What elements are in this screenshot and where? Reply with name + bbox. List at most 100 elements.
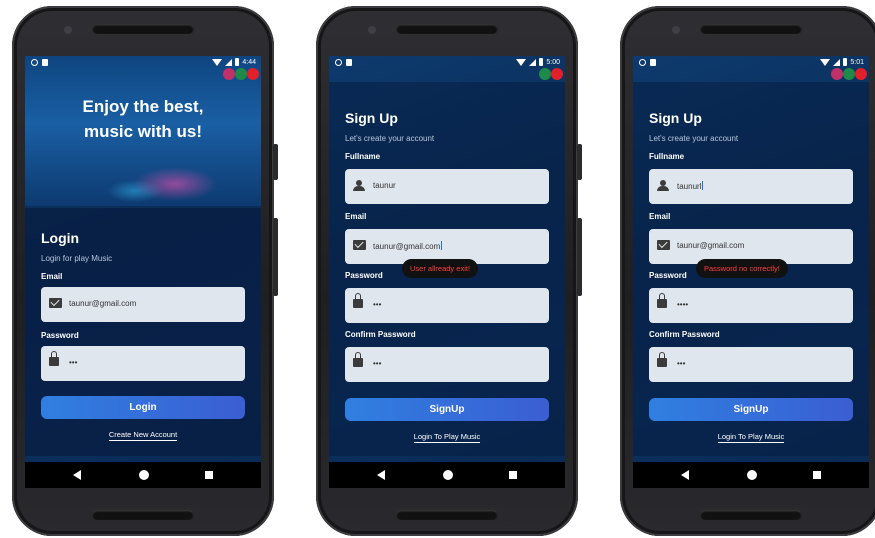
email-value: taunur@gmail.com	[373, 241, 443, 251]
recents-icon[interactable]	[205, 471, 213, 479]
earpiece-speaker	[396, 24, 498, 34]
email-value-text: taunur@gmail.com	[373, 242, 441, 251]
confirm-password-label: Confirm Password	[345, 330, 416, 339]
earpiece-speaker	[700, 24, 802, 34]
page-subtitle: Let's create your account	[649, 134, 739, 143]
password-value: •••	[69, 358, 78, 367]
sync-icon	[31, 59, 38, 66]
fullname-field[interactable]: taunurl	[649, 169, 853, 204]
status-time: 5:01	[850, 58, 864, 66]
mail-icon	[657, 240, 670, 250]
page-title: Login	[41, 230, 80, 246]
nav-bar	[329, 462, 565, 488]
text-cursor	[441, 241, 443, 250]
phone-signup-2: 5:01 Sign Up Let's create your account F…	[620, 6, 875, 536]
mail-icon	[353, 240, 366, 250]
signal-icon	[833, 58, 841, 66]
recents-icon[interactable]	[509, 471, 517, 479]
stage: Enjoy the best, music with us! 4:44 Logi…	[0, 0, 875, 538]
password-label: Password	[649, 271, 687, 280]
lock-icon	[353, 352, 363, 367]
battery-icon	[539, 58, 544, 66]
home-icon[interactable]	[443, 470, 453, 480]
password-field[interactable]: •••	[345, 288, 549, 323]
login-button[interactable]: Login	[41, 396, 245, 419]
nav-bar	[633, 462, 869, 488]
status-time: 4:44	[242, 58, 256, 66]
email-label: Email	[41, 272, 63, 281]
back-icon[interactable]	[73, 470, 81, 480]
error-toast: User allready exit!	[402, 259, 479, 278]
login-link-text[interactable]: Login To Play Music	[413, 432, 481, 443]
page-title: Sign Up	[345, 110, 398, 126]
password-label: Password	[41, 331, 79, 340]
email-label: Email	[649, 212, 671, 221]
phone-signup-1: 5:00 Sign Up Let's create your account F…	[316, 6, 582, 536]
fullname-label: Fullname	[649, 152, 685, 161]
signup-button[interactable]: SignUp	[649, 398, 853, 421]
phone-login: Enjoy the best, music with us! 4:44 Logi…	[12, 6, 278, 536]
email-value: taunur@gmail.com	[677, 241, 745, 250]
page-title: Sign Up	[649, 110, 702, 126]
password-value: ••••	[677, 300, 689, 309]
signup-button[interactable]: SignUp	[345, 398, 549, 421]
login-link[interactable]: Login To Play Music	[329, 432, 565, 443]
bottom-speaker	[700, 510, 802, 520]
front-camera	[672, 26, 680, 34]
signup-screen: 5:00 Sign Up Let's create your account F…	[329, 56, 565, 488]
front-camera	[368, 26, 376, 34]
power-button	[577, 144, 582, 180]
login-link-text[interactable]: Login To Play Music	[717, 432, 785, 443]
recents-icon[interactable]	[813, 471, 821, 479]
confirm-password-field[interactable]: •••	[649, 347, 853, 382]
login-screen: Enjoy the best, music with us! 4:44 Logi…	[25, 56, 261, 488]
home-icon[interactable]	[747, 470, 757, 480]
nav-bar	[25, 462, 261, 488]
wifi-icon	[212, 58, 223, 66]
hero-line-1: Enjoy the best,	[82, 97, 204, 116]
create-account-link[interactable]: Create New Account	[25, 430, 261, 441]
earpiece-speaker	[92, 24, 194, 34]
hero-title: Enjoy the best, music with us!	[25, 94, 261, 144]
sync-icon	[335, 59, 342, 66]
sd-card-icon	[42, 59, 48, 66]
volume-button	[577, 218, 582, 296]
bottom-speaker	[396, 510, 498, 520]
signal-icon	[225, 58, 233, 66]
email-field[interactable]: taunur@gmail.com	[41, 287, 245, 322]
text-cursor	[702, 181, 704, 190]
fullname-field[interactable]: taunur	[345, 169, 549, 204]
back-icon[interactable]	[377, 470, 385, 480]
password-field[interactable]: •••	[41, 346, 245, 381]
signal-icon	[529, 58, 537, 66]
front-camera	[64, 26, 72, 34]
confirm-password-label: Confirm Password	[649, 330, 720, 339]
battery-icon	[843, 58, 848, 66]
battery-icon	[235, 58, 240, 66]
fullname-value-text: taunurl	[677, 182, 702, 191]
confirm-password-value: •••	[677, 359, 686, 368]
login-link[interactable]: Login To Play Music	[633, 432, 869, 443]
debug-banner	[829, 68, 869, 82]
lock-icon	[657, 293, 667, 308]
confirm-password-field[interactable]: •••	[345, 347, 549, 382]
debug-banner	[525, 68, 565, 82]
email-label: Email	[345, 212, 367, 221]
hero-line-2: music with us!	[83, 122, 203, 141]
fullname-label: Fullname	[345, 152, 381, 161]
sd-card-icon	[650, 59, 656, 66]
mail-icon	[49, 298, 62, 308]
home-icon[interactable]	[139, 470, 149, 480]
password-field[interactable]: ••••	[649, 288, 853, 323]
page-subtitle: Login for play Music	[41, 254, 113, 263]
power-button	[273, 144, 278, 180]
wifi-icon	[516, 58, 527, 66]
email-value: taunur@gmail.com	[69, 299, 137, 308]
volume-button	[273, 218, 278, 296]
password-label: Password	[345, 271, 383, 280]
back-icon[interactable]	[681, 470, 689, 480]
create-account-link-text[interactable]: Create New Account	[108, 430, 178, 441]
page-subtitle: Let's create your account	[345, 134, 435, 143]
fullname-value: taunurl	[677, 181, 704, 191]
confirm-password-value: •••	[373, 359, 382, 368]
